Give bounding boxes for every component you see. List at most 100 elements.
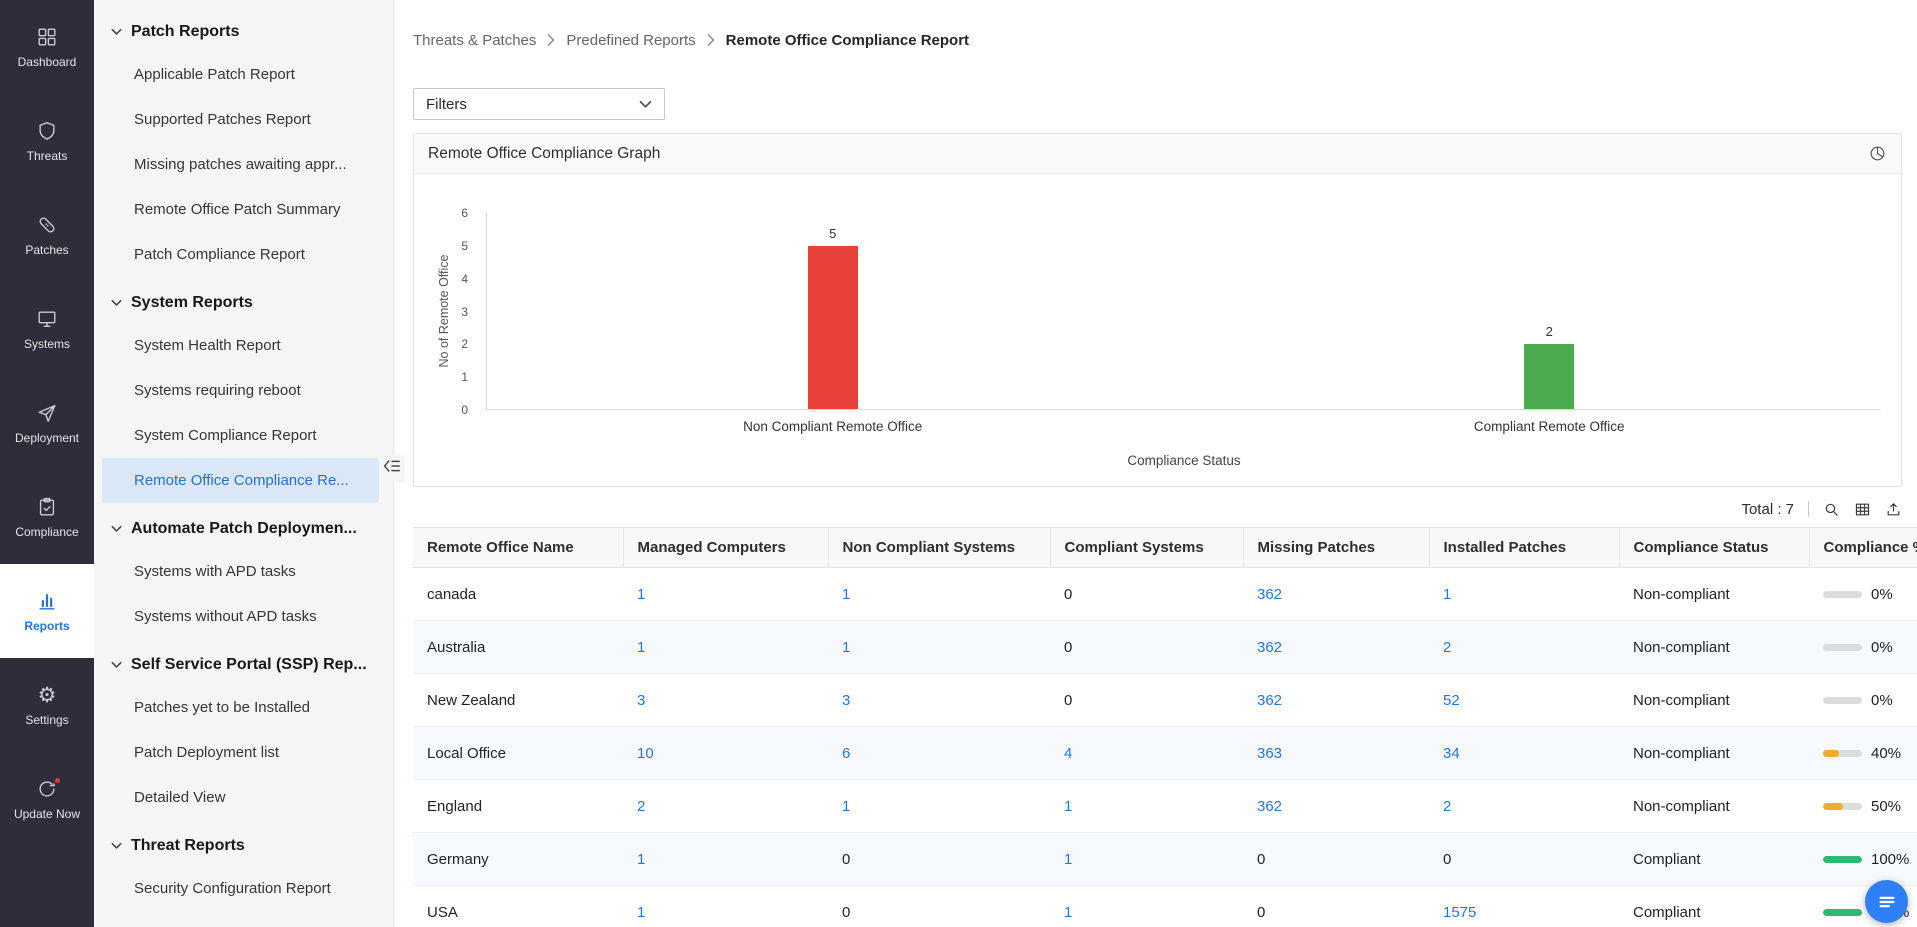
group-header-patch-reports[interactable]: Patch Reports xyxy=(94,6,393,52)
compliant-systems-link[interactable]: 1 xyxy=(1064,798,1072,815)
group-header-ssp[interactable]: Self Service Portal (SSP) Rep... xyxy=(94,639,393,685)
missing-patches-link[interactable]: 362 xyxy=(1257,586,1282,603)
sidebar-item-systems-without-apd-tasks[interactable]: Systems without APD tasks xyxy=(102,594,379,639)
managed-computers-link[interactable]: 1 xyxy=(637,851,645,868)
sidebar-item-patch-compliance-report[interactable]: Patch Compliance Report xyxy=(102,232,379,277)
nav-item-reports[interactable]: Reports xyxy=(0,564,94,658)
missing-patches-link[interactable]: 362 xyxy=(1257,639,1282,656)
group-header-apd[interactable]: Automate Patch Deploymen... xyxy=(94,503,393,549)
installed-patches-link[interactable]: 2 xyxy=(1443,639,1451,656)
missing-patches-link[interactable]: 362 xyxy=(1257,692,1282,709)
compliance-status-value: Non-compliant xyxy=(1633,798,1730,815)
search-icon[interactable] xyxy=(1823,501,1840,518)
bar-compliant-rect[interactable] xyxy=(1524,344,1574,409)
sidebar-item-patch-deployment-list[interactable]: Patch Deployment list xyxy=(102,730,379,775)
nav-item-update-now[interactable]: Update Now xyxy=(0,752,94,846)
nav-item-threats[interactable]: Threats xyxy=(0,94,94,188)
bar-value-label: 5 xyxy=(829,226,836,241)
table-view-icon[interactable] xyxy=(1854,501,1871,518)
report-table: Remote Office Name Managed Computers Non… xyxy=(413,527,1917,927)
chevron-down-icon xyxy=(111,842,122,850)
nav-item-dashboard[interactable]: Dashboard xyxy=(0,0,94,94)
nav-item-systems[interactable]: Systems xyxy=(0,282,94,376)
managed-computers-link[interactable]: 2 xyxy=(637,798,645,815)
y-axis-tick: 2 xyxy=(461,338,468,350)
non-compliant-systems-link[interactable]: 1 xyxy=(842,798,850,815)
group-header-threat-reports[interactable]: Threat Reports xyxy=(94,820,393,866)
non-compliant-systems-link[interactable]: 3 xyxy=(842,692,850,709)
table-row: England 2 1 1 362 2 Non-compliant 50% xyxy=(413,780,1917,833)
non-compliant-systems-link[interactable]: 1 xyxy=(842,586,850,603)
compliant-systems-link[interactable]: 1 xyxy=(1064,904,1072,921)
x-category-label: Non Compliant Remote Office xyxy=(743,419,922,434)
managed-computers-link[interactable]: 3 xyxy=(637,692,645,709)
sidebar-item-remote-office-patch-summary[interactable]: Remote Office Patch Summary xyxy=(102,187,379,232)
col-compliance-percent: Compliance % xyxy=(1809,528,1917,568)
compliance-percent-label: 40% xyxy=(1871,745,1901,762)
missing-patches-link[interactable]: 363 xyxy=(1257,745,1282,762)
installed-patches-link[interactable]: 52 xyxy=(1443,692,1460,709)
sidebar-item-systems-requiring-reboot[interactable]: Systems requiring reboot xyxy=(102,368,379,413)
installed-patches-value: 0 xyxy=(1443,851,1451,868)
chat-widget-button[interactable] xyxy=(1865,880,1908,923)
compliance-graph-panel: Remote Office Compliance Graph No of Rem… xyxy=(413,133,1902,487)
nav-label: Patches xyxy=(25,243,68,257)
breadcrumb-threats-patches[interactable]: Threats & Patches xyxy=(413,32,536,49)
group-title: Self Service Portal (SSP) Rep... xyxy=(131,656,367,674)
sidebar-item-systems-with-apd-tasks[interactable]: Systems with APD tasks xyxy=(102,549,379,594)
installed-patches-link[interactable]: 1575 xyxy=(1443,904,1476,921)
chevron-right-icon xyxy=(707,34,715,46)
non-compliant-systems-link[interactable]: 1 xyxy=(842,639,850,656)
compliant-systems-link[interactable]: 1 xyxy=(1064,851,1072,868)
managed-computers-link[interactable]: 10 xyxy=(637,745,654,762)
chevron-down-icon xyxy=(111,661,122,669)
sidebar-item-detailed-view[interactable]: Detailed View xyxy=(102,775,379,820)
compliance-percent-label: 0% xyxy=(1871,692,1893,709)
export-icon[interactable] xyxy=(1885,501,1902,518)
nav-item-compliance[interactable]: Compliance xyxy=(0,470,94,564)
sidebar-item-missing-patches-awaiting-approval[interactable]: Missing patches awaiting appr... xyxy=(102,142,379,187)
sidebar-group-patch-reports: Patch Reports Applicable Patch Report Su… xyxy=(94,6,393,277)
nav-item-patches[interactable]: Patches xyxy=(0,188,94,282)
compliance-percent-label: 0% xyxy=(1871,586,1893,603)
managed-computers-link[interactable]: 1 xyxy=(637,639,645,656)
cell-office-name: canada xyxy=(413,568,623,621)
missing-patches-link[interactable]: 362 xyxy=(1257,798,1282,815)
group-title: System Reports xyxy=(131,294,253,312)
sidebar-item-applicable-patch-report[interactable]: Applicable Patch Report xyxy=(102,52,379,97)
cell-office-name: Australia xyxy=(413,621,623,674)
compliance-icon xyxy=(36,496,58,518)
cell-office-name: Local Office xyxy=(413,727,623,780)
installed-patches-link[interactable]: 34 xyxy=(1443,745,1460,762)
managed-computers-link[interactable]: 1 xyxy=(637,586,645,603)
nav-label: Compliance xyxy=(15,525,78,539)
breadcrumb-predefined-reports[interactable]: Predefined Reports xyxy=(566,32,695,49)
installed-patches-link[interactable]: 2 xyxy=(1443,798,1451,815)
pie-chart-toggle-icon[interactable] xyxy=(1868,144,1887,163)
compliance-progress-fill xyxy=(1823,803,1843,810)
filters-dropdown[interactable]: Filters xyxy=(413,88,665,120)
col-compliance-status: Compliance Status xyxy=(1619,528,1809,568)
toolbar-divider xyxy=(1808,501,1809,517)
sidebar-item-system-health-report[interactable]: System Health Report xyxy=(102,323,379,368)
installed-patches-link[interactable]: 1 xyxy=(1443,586,1451,603)
sidebar-item-remote-office-compliance-report[interactable]: Remote Office Compliance Re... xyxy=(102,458,379,503)
non-compliant-systems-link[interactable]: 6 xyxy=(842,745,850,762)
compliance-percent-label: 50% xyxy=(1871,798,1901,815)
compliant-systems-link[interactable]: 4 xyxy=(1064,745,1072,762)
threats-icon xyxy=(36,120,58,142)
col-missing-patches: Missing Patches xyxy=(1243,528,1429,568)
bar-non-compliant-rect[interactable] xyxy=(808,246,858,409)
report-table-container: Remote Office Name Managed Computers Non… xyxy=(413,527,1917,927)
nav-item-settings[interactable]: ⚙ Settings xyxy=(0,658,94,752)
sidebar-item-patches-yet-to-be-installed[interactable]: Patches yet to be Installed xyxy=(102,685,379,730)
sidebar-collapse-button[interactable] xyxy=(379,455,405,482)
nav-item-deployment[interactable]: Deployment xyxy=(0,376,94,470)
sidebar-item-system-compliance-report[interactable]: System Compliance Report xyxy=(102,413,379,458)
sidebar-item-supported-patches-report[interactable]: Supported Patches Report xyxy=(102,97,379,142)
main-content: Threats & Patches Predefined Reports Rem… xyxy=(394,0,1917,927)
compliance-percent-label: 100% xyxy=(1871,851,1909,868)
group-header-system-reports[interactable]: System Reports xyxy=(94,277,393,323)
sidebar-item-security-configuration-report[interactable]: Security Configuration Report xyxy=(102,866,379,911)
managed-computers-link[interactable]: 1 xyxy=(637,904,645,921)
